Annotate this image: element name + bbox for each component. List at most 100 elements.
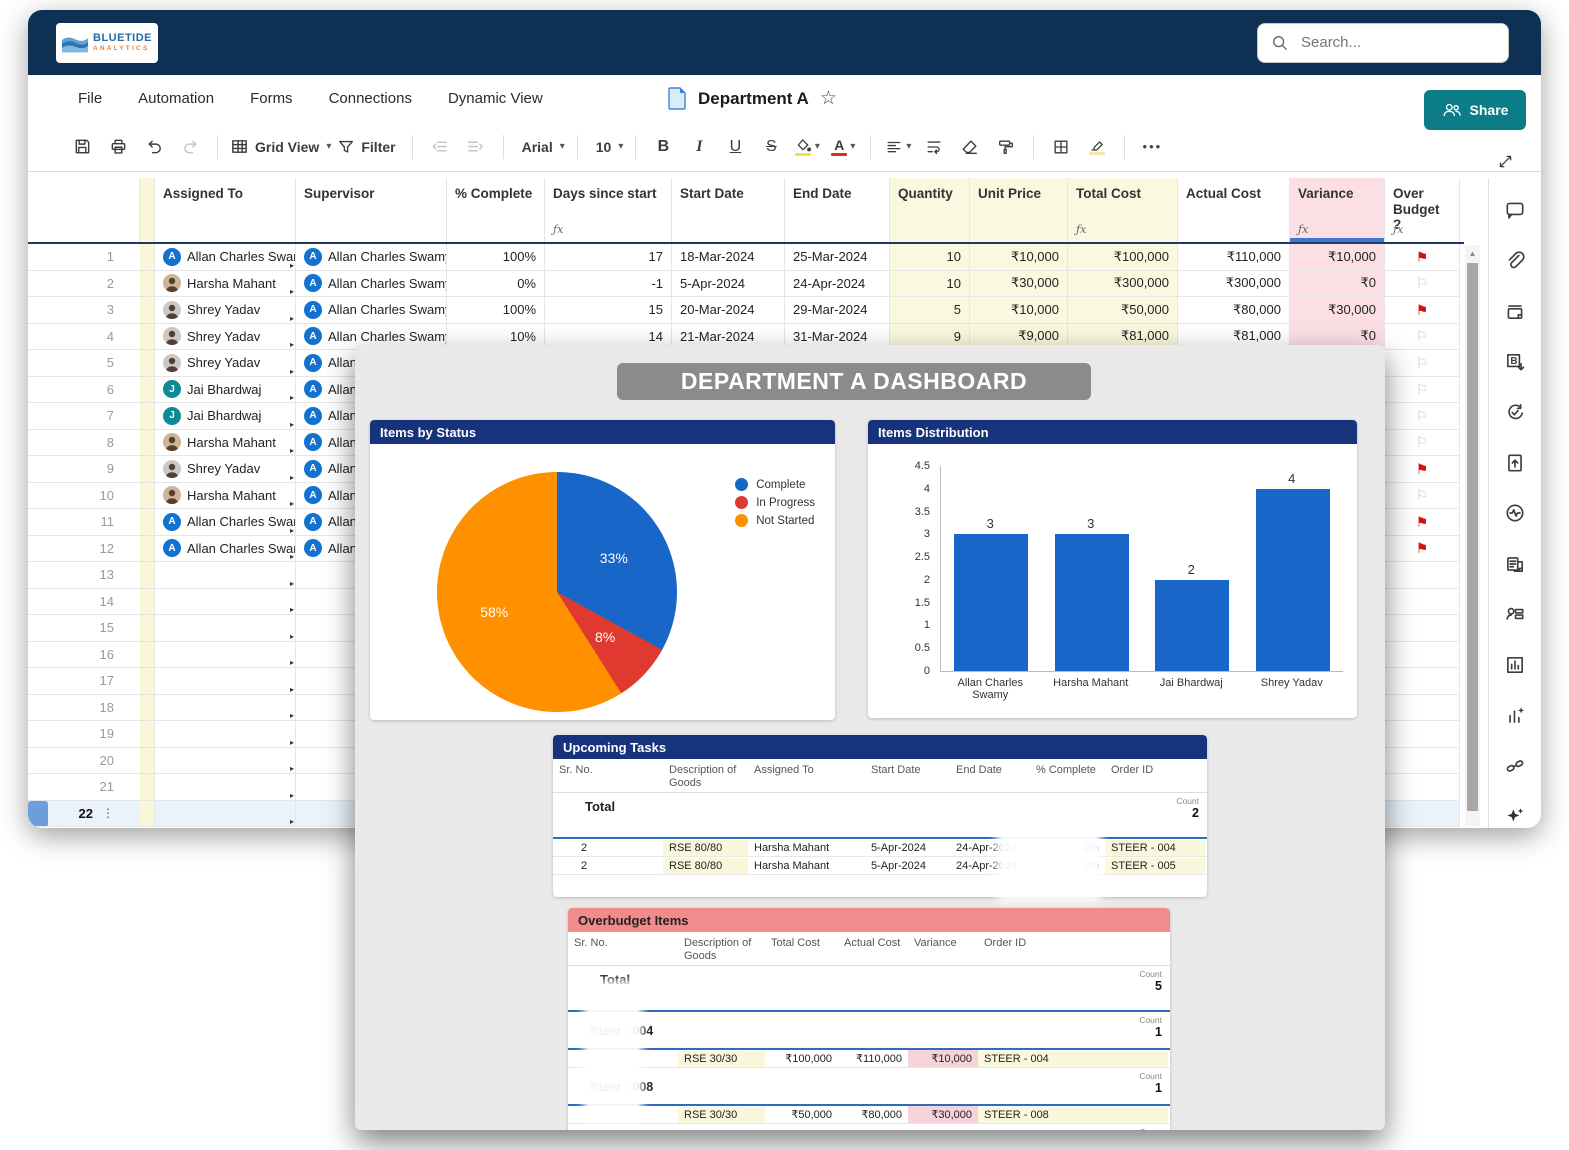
font-selector[interactable]: Arial ▾ <box>516 131 565 163</box>
grid-cell-end[interactable]: 24-Apr-2024 <box>785 271 890 298</box>
grid-cell-assigned[interactable]: Shrey Yadav▸ <box>155 456 296 483</box>
row-number[interactable]: 8 <box>28 430 140 457</box>
bar-panel[interactable]: Items Distribution 00.511.522.533.544.53… <box>868 420 1357 718</box>
col-header-unit[interactable]: Unit Price <box>970 178 1068 242</box>
col-header-end[interactable]: End Date <box>785 178 890 242</box>
grid-cell-over[interactable] <box>1385 589 1460 616</box>
grid-cell-end[interactable]: 29-Mar-2024 <box>785 297 890 324</box>
grid-cell-days[interactable]: -1 <box>545 271 672 298</box>
grid-cell-assigned[interactable]: Harsha Mahant▸ <box>155 483 296 510</box>
col-header-complete[interactable]: % Complete <box>447 178 545 242</box>
row-number[interactable]: 2 <box>28 271 140 298</box>
more-options-button[interactable]: ••• <box>1137 131 1167 163</box>
grid-cell-assigned[interactable]: ▸ <box>155 615 296 642</box>
overbudget-flag[interactable]: ⚐ <box>1416 488 1429 502</box>
col-header-over[interactable]: Over Budget ?ƒx <box>1385 178 1460 242</box>
strip-cell[interactable] <box>140 562 155 589</box>
grid-cell-actual[interactable]: ₹110,000 <box>1178 244 1290 271</box>
grid-cell-actual[interactable]: ₹80,000 <box>1178 297 1290 324</box>
table-row[interactable]: 2 Harsha Mahant▸AAllan Charles Swamy0%-1… <box>28 271 1464 298</box>
grid-cell-over[interactable] <box>1385 562 1460 589</box>
grid-cell-variance[interactable]: ₹0 <box>1290 271 1385 298</box>
strip-cell[interactable] <box>140 430 155 457</box>
overbudget-panel[interactable]: Overbudget Items Sr. No.Description of G… <box>568 908 1170 1130</box>
grid-cell-over[interactable]: ⚐ <box>1385 377 1460 404</box>
grid-cell-assigned[interactable]: ▸ <box>155 668 296 695</box>
card-view-icon[interactable] <box>1503 552 1527 576</box>
grid-cell-over[interactable]: ⚐ <box>1385 324 1460 351</box>
row-number[interactable]: 3 <box>28 297 140 324</box>
overbudget-flag[interactable]: ⚐ <box>1416 409 1429 423</box>
baselines-icon[interactable]: B <box>1503 350 1527 374</box>
undo-button[interactable] <box>139 131 169 163</box>
grid-cell-over[interactable] <box>1385 695 1460 722</box>
overbudget-flag[interactable]: ⚐ <box>1416 356 1429 370</box>
strip-cell[interactable] <box>140 642 155 669</box>
grid-cell-assigned[interactable]: ▸ <box>155 801 296 828</box>
strip-cell[interactable] <box>140 297 155 324</box>
grid-cell-supervisor[interactable]: AAllan Charles Swamy <box>296 244 447 271</box>
sheet-summary-icon[interactable] <box>1503 653 1527 677</box>
grid-cell-assigned[interactable]: ▸ <box>155 589 296 616</box>
grid-cell-unit[interactable]: ₹10,000 <box>970 297 1068 324</box>
overbudget-flag[interactable]: ⚑ <box>1416 303 1429 317</box>
strikethrough-button[interactable]: S <box>756 131 786 163</box>
filter-button[interactable]: Filter <box>337 131 399 163</box>
row-number[interactable]: 22⋮ <box>28 801 140 828</box>
grid-cell-actual[interactable]: ₹300,000 <box>1178 271 1290 298</box>
table-row[interactable]: 3 Shrey Yadav▸AAllan Charles Swamy100%15… <box>28 297 1464 324</box>
grid-cell-assigned[interactable]: Shrey Yadav▸ <box>155 350 296 377</box>
grid-cell-unit[interactable]: ₹30,000 <box>970 271 1068 298</box>
menu-file[interactable]: File <box>78 90 102 107</box>
highlight-button[interactable] <box>1082 131 1112 163</box>
borders-button[interactable] <box>1046 131 1076 163</box>
comments-icon[interactable] <box>1503 198 1527 222</box>
grid-cell-assigned[interactable]: JJai Bhardwaj▸ <box>155 403 296 430</box>
strip-cell[interactable] <box>140 748 155 775</box>
favorite-star-icon[interactable]: ☆ <box>820 87 837 110</box>
col-header-start[interactable]: Start Date <box>672 178 785 242</box>
grid-cell-supervisor[interactable]: AAllan Charles Swamy <box>296 297 447 324</box>
grid-cell-complete[interactable]: 100% <box>447 244 545 271</box>
grid-cell-complete[interactable]: 0% <box>447 271 545 298</box>
row-number-header[interactable] <box>28 178 140 242</box>
col-header-variance[interactable]: Varianceƒx <box>1290 178 1385 242</box>
scrollbar-thumb[interactable] <box>1467 263 1478 811</box>
grid-cell-over[interactable] <box>1385 615 1460 642</box>
overbudget-flag[interactable]: ⚑ <box>1416 515 1429 529</box>
grid-cell-over[interactable]: ⚑ <box>1385 297 1460 324</box>
grid-cell-over[interactable] <box>1385 668 1460 695</box>
redo-button[interactable] <box>175 131 205 163</box>
bold-button[interactable]: B <box>648 131 678 163</box>
grid-cell-start[interactable]: 20-Mar-2024 <box>672 297 785 324</box>
col-header-qty[interactable]: Quantity <box>890 178 970 242</box>
grid-cell-assigned[interactable]: ▸ <box>155 774 296 801</box>
grid-cell-assigned[interactable]: ▸ <box>155 695 296 722</box>
format-painter-button[interactable] <box>991 131 1021 163</box>
contacts-icon[interactable] <box>1503 602 1527 626</box>
grid-cell-start[interactable]: 18-Mar-2024 <box>672 244 785 271</box>
grid-cell-qty[interactable]: 10 <box>890 271 970 298</box>
grid-cell-total[interactable]: ₹300,000 <box>1068 271 1178 298</box>
grid-cell-over[interactable]: ⚑ <box>1385 456 1460 483</box>
strip-cell[interactable] <box>140 695 155 722</box>
strip-cell[interactable] <box>140 403 155 430</box>
grid-cell-over[interactable]: ⚐ <box>1385 483 1460 510</box>
menu-automation[interactable]: Automation <box>138 90 214 107</box>
activity-log-icon[interactable] <box>1503 501 1527 525</box>
strip-cell[interactable] <box>140 668 155 695</box>
update-requests-icon[interactable] <box>1503 400 1527 424</box>
strip-cell[interactable] <box>140 377 155 404</box>
grid-cell-assigned[interactable]: AAllan Charles Swamy▸ <box>155 536 296 563</box>
overbudget-flag[interactable]: ⚐ <box>1416 329 1429 343</box>
row-number[interactable]: 21 <box>28 774 140 801</box>
strip-column-header[interactable] <box>140 178 155 242</box>
strip-cell[interactable] <box>140 721 155 748</box>
search-input[interactable] <box>1299 33 1483 52</box>
scroll-up-arrow[interactable]: ▲ <box>1465 245 1480 261</box>
indent-button[interactable] <box>461 131 491 163</box>
row-number[interactable]: 7 <box>28 403 140 430</box>
save-button[interactable] <box>67 131 97 163</box>
grid-cell-over[interactable] <box>1385 801 1460 828</box>
overbudget-flag[interactable]: ⚐ <box>1416 276 1429 290</box>
